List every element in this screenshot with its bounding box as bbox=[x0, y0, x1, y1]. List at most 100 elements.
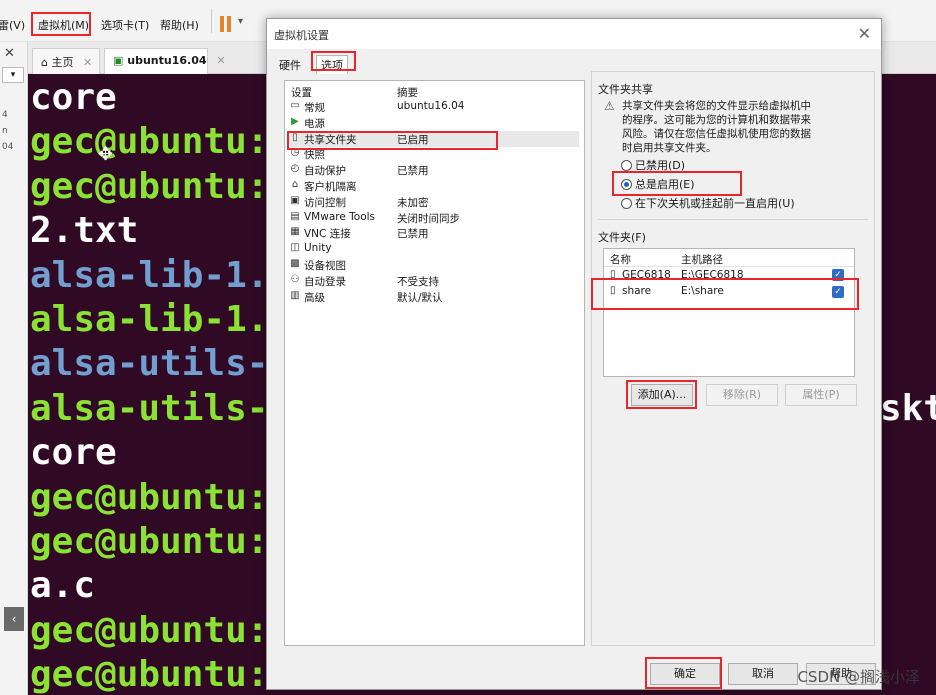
chevron-down-icon[interactable]: ▾ bbox=[238, 16, 243, 27]
settings-item[interactable]: ▶ 电源 bbox=[289, 115, 579, 131]
autologon-icon: ⚇ bbox=[290, 273, 300, 285]
highlight-box bbox=[311, 51, 356, 71]
left-strip: ✕ ▾ 4 n 04 ‹ bbox=[0, 42, 28, 695]
settings-item[interactable]: ▭ 常规 ubuntu16.04 bbox=[289, 99, 579, 115]
guest-isolation-icon: ⌂ bbox=[291, 179, 299, 190]
dialog-title: 虚拟机设置 bbox=[267, 19, 881, 49]
terminal-line: alsa-utils- bbox=[30, 387, 269, 429]
settings-item-summary: 已禁用 bbox=[397, 228, 429, 241]
strip-glyph: 04 bbox=[2, 142, 14, 152]
settings-item-name: VMware Tools bbox=[304, 210, 376, 223]
settings-item-name: 常规 bbox=[304, 102, 325, 114]
vm-icon: ▣ bbox=[113, 54, 124, 67]
settings-item[interactable]: ▤ VMware Tools 关闭时间同步 bbox=[289, 210, 579, 226]
sharing-warning: 共享文件夹会将您的文件显示给虚拟机中 的程序。这可能为您的计算机和数据带来 风险… bbox=[622, 99, 862, 155]
terminal-line: gec@ubuntu: bbox=[30, 121, 269, 163]
warning-line: 的程序。这可能为您的计算机和数据带来 bbox=[622, 114, 811, 126]
autoprotect-icon: ◴ bbox=[290, 163, 300, 175]
terminal-line: gec@ubuntu: bbox=[30, 609, 269, 651]
settings-item-summary: ubuntu16.04 bbox=[397, 100, 465, 112]
highlight-box bbox=[287, 131, 498, 150]
tab-vm[interactable]: ▣ ubuntu16.04 ✕ bbox=[104, 48, 226, 74]
close-icon[interactable]: ✕ bbox=[216, 54, 225, 67]
settings-item-name: 设备视图 bbox=[304, 260, 346, 272]
monitor-icon: ▭ bbox=[290, 100, 300, 111]
vm-settings-dialog: 虚拟机设置 ✕ 硬件 选项 设置 摘要 ▭ 常规 ubuntu16.04 ▶ 电源 ▯ 共享… bbox=[266, 18, 882, 690]
terminal-fragment: skt bbox=[880, 388, 936, 429]
warning-icon: ⚠ bbox=[604, 99, 615, 113]
settings-item-summary: 未加密 bbox=[397, 196, 429, 209]
settings-item[interactable]: ⚇ 自动登录 不受支持 bbox=[289, 273, 579, 289]
warning-line: 风险。请仅在您信任虚拟机使用您的数据 bbox=[622, 128, 811, 140]
collapse-arrow-icon[interactable]: ‹ bbox=[4, 607, 24, 631]
remove-button[interactable]: 移除(R) bbox=[706, 384, 778, 406]
highlight-box bbox=[31, 12, 91, 36]
settings-item-summary: 默认/默认 bbox=[397, 291, 443, 304]
settings-item-name: 电源 bbox=[304, 117, 325, 130]
cancel-button[interactable]: 取消 bbox=[728, 663, 798, 685]
settings-item[interactable]: ▦ VNC 连接 已禁用 bbox=[289, 225, 579, 241]
settings-item-name: 访问控制 bbox=[304, 196, 346, 209]
settings-item[interactable]: ▩ 设备视图 bbox=[289, 257, 579, 273]
folders-table: 名称 主机路径 ▯ GEC6818 E:\GEC6818 ✓ ▯ share E… bbox=[603, 248, 855, 377]
pause-icon[interactable] bbox=[220, 16, 224, 32]
tab-home[interactable]: ⌂ 主页 ✕ bbox=[32, 48, 100, 74]
highlight-box bbox=[626, 380, 697, 409]
terminal-line: gec@ubuntu: bbox=[30, 521, 269, 562]
settings-item[interactable]: ⌂ 客户机隔离 bbox=[289, 178, 579, 194]
dropdown-icon[interactable]: ▾ bbox=[2, 67, 24, 83]
highlight-box bbox=[612, 171, 742, 196]
vmware-tools-icon: ▤ bbox=[290, 210, 300, 222]
terminal-line: 2.txt bbox=[30, 210, 139, 252]
radio-button[interactable] bbox=[621, 198, 632, 209]
column-header-setting: 设置 bbox=[291, 87, 312, 99]
settings-item[interactable]: ▣ 访问控制 未加密 bbox=[289, 194, 579, 210]
terminal-line: a.c bbox=[30, 565, 96, 607]
device-view-icon: ▩ bbox=[290, 258, 300, 269]
terminal-line: gec@ubuntu: bbox=[30, 165, 269, 207]
advanced-icon: ▥ bbox=[290, 289, 300, 301]
terminal-line: gec@ubuntu: bbox=[30, 654, 269, 695]
settings-item[interactable]: ◴ 自动保护 已禁用 bbox=[289, 162, 579, 178]
tab-label: 主页 bbox=[51, 56, 74, 69]
close-icon[interactable]: ✕ bbox=[83, 56, 92, 69]
divider bbox=[598, 219, 868, 220]
settings-item-name: 自动登录 bbox=[304, 275, 346, 288]
settings-item-name: Unity bbox=[304, 242, 332, 255]
radio-until-poweroff[interactable]: 在下次关机或挂起前一直启用(U) bbox=[621, 195, 795, 211]
tab-hardware[interactable]: 硬件 bbox=[279, 57, 301, 73]
radio-button[interactable] bbox=[621, 160, 632, 171]
access-control-icon: ▣ bbox=[290, 194, 300, 206]
home-icon: ⌂ bbox=[41, 56, 48, 69]
terminal-line: gec@ubuntu: bbox=[30, 476, 269, 518]
settings-item[interactable]: ◫ Unity bbox=[289, 241, 579, 257]
settings-item-name: 自动保护 bbox=[304, 165, 346, 178]
sharing-group-label: 文件夹共享 bbox=[598, 83, 653, 96]
close-icon[interactable]: ✕ bbox=[4, 46, 15, 61]
header-divider bbox=[604, 266, 854, 267]
move-cursor-icon: ✥ bbox=[98, 144, 114, 165]
settings-list: 设置 摘要 ▭ 常规 ubuntu16.04 ▶ 电源 ▯ 共享文件夹 已启用 ◷ 快照 ◴ 自动保护… bbox=[284, 80, 585, 646]
warning-line: 共享文件夹会将您的文件显示给虚拟机中 bbox=[622, 100, 811, 112]
vnc-icon: ▦ bbox=[290, 226, 300, 238]
highlight-box bbox=[645, 657, 722, 689]
pause-icon-bar bbox=[227, 16, 231, 32]
terminal-line: core bbox=[30, 432, 117, 474]
menu-help[interactable]: 帮助(H) bbox=[160, 17, 199, 33]
unity-icon: ◫ bbox=[290, 242, 300, 254]
settings-item-summary: 不受支持 bbox=[397, 275, 439, 288]
settings-item-summary: 已禁用 bbox=[397, 165, 429, 178]
close-icon[interactable]: ✕ bbox=[858, 24, 871, 43]
strip-glyph: 4 bbox=[2, 110, 8, 120]
menu-tabs[interactable]: 选项卡(T) bbox=[101, 17, 149, 33]
terminal-line: alsa-lib-1. bbox=[30, 299, 269, 340]
settings-item[interactable]: ▥ 高级 默认/默认 bbox=[289, 289, 579, 305]
properties-button[interactable]: 属性(P) bbox=[785, 384, 857, 406]
warning-line: 时启用共享文件夹。 bbox=[622, 142, 717, 154]
power-icon: ▶ bbox=[291, 115, 299, 127]
radio-label: 在下次关机或挂起前一直启用(U) bbox=[635, 197, 795, 210]
menu-view[interactable]: 雷(V) bbox=[0, 17, 25, 33]
strip-glyph: n bbox=[2, 126, 8, 136]
folders-group-label: 文件夹(F) bbox=[598, 231, 646, 244]
column-header-name: 名称 bbox=[610, 254, 631, 266]
